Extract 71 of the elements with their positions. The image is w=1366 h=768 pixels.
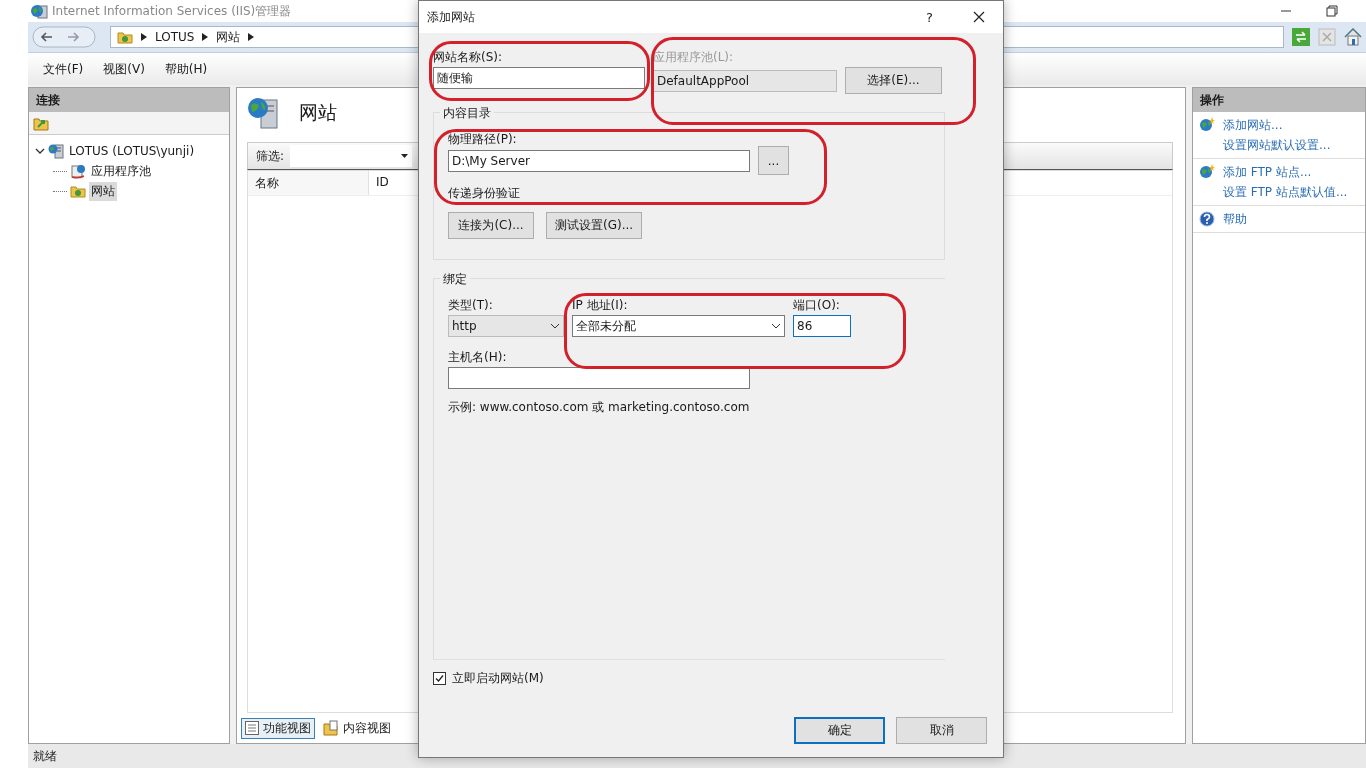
- menu-item[interactable]: 帮助(H): [164, 60, 208, 78]
- restore-icon: [1326, 5, 1338, 17]
- auth-label: 传递身份验证: [448, 185, 521, 202]
- tree-item[interactable]: LOTUS (LOTUS\yunji): [67, 143, 197, 159]
- iis-app-icon: [30, 3, 48, 19]
- folder-page-icon: [323, 720, 339, 736]
- close-icon: [973, 11, 985, 23]
- connect-as-button[interactable]: 连接为(C)...: [448, 212, 534, 239]
- stop-icon: [1318, 28, 1336, 46]
- ip-dropdown[interactable]: 全部未分配: [572, 315, 785, 337]
- port-field[interactable]: 86: [793, 315, 851, 337]
- field-label: IP 地址(I):: [572, 297, 629, 312]
- refresh-icon: [1292, 28, 1310, 46]
- checkbox[interactable]: [433, 672, 446, 685]
- dropdown-caret-icon: [771, 323, 781, 329]
- folder-globe-icon: [117, 30, 133, 44]
- back-forward-icon: [32, 26, 96, 48]
- field-label: 类型(T):: [448, 297, 494, 312]
- tree-item[interactable]: 应用程序池: [89, 161, 153, 181]
- action-link[interactable]: 设置网站默认设置...: [1223, 137, 1331, 154]
- dialog-title: 添加网站: [427, 8, 476, 26]
- connect-icon: [33, 115, 49, 131]
- ok-button[interactable]: 确定: [794, 717, 885, 744]
- chevron-right-icon: [202, 33, 209, 41]
- test-settings-button[interactable]: 测试设置(G)...: [546, 212, 643, 239]
- server-icon: [48, 143, 64, 159]
- view-tab[interactable]: 功能视图: [241, 717, 315, 739]
- home-icon: [1344, 28, 1362, 46]
- action-link[interactable]: 设置 FTP 站点默认值...: [1223, 184, 1348, 201]
- field-label: 端口(O):: [793, 297, 841, 312]
- globe-server-icon: [247, 96, 281, 130]
- view-tab[interactable]: 内容视图: [319, 717, 395, 739]
- column-header[interactable]: ID: [369, 171, 396, 195]
- menu-item[interactable]: 视图(V): [103, 60, 145, 78]
- field-label: 物理路径(P):: [448, 131, 518, 146]
- action-link[interactable]: 帮助: [1223, 211, 1247, 228]
- group-title: 内容目录: [440, 105, 494, 122]
- panel-header: 操作: [1193, 88, 1365, 112]
- chevron-right-icon: [141, 33, 147, 41]
- action-link[interactable]: 添加网站...: [1223, 117, 1331, 134]
- page-title: 网站: [299, 100, 337, 125]
- site-name-field[interactable]: 随便输: [433, 67, 645, 89]
- host-name-field[interactable]: [448, 367, 750, 389]
- tree-item[interactable]: 网站: [89, 181, 117, 201]
- checkbox-label[interactable]: 立即启动网站(M): [452, 670, 544, 687]
- browse-button[interactable]: ...: [758, 146, 789, 175]
- dropdown-caret-icon: [401, 154, 409, 158]
- filter-label: 筛选:: [256, 147, 285, 165]
- expanded-caret-icon[interactable]: [35, 146, 45, 156]
- path-field[interactable]: D:\My Server: [448, 149, 750, 172]
- cancel-button[interactable]: 取消: [896, 717, 987, 744]
- filter-field[interactable]: [290, 145, 413, 167]
- help-button[interactable]: ?: [926, 9, 933, 25]
- dropdown-caret-icon: [550, 323, 560, 329]
- field-label: 网站名称(S):: [433, 49, 504, 64]
- field-label: 主机名(H):: [448, 349, 508, 364]
- grid-view-icon: [245, 721, 259, 735]
- menu-item[interactable]: 文件(F): [43, 60, 84, 78]
- column-header[interactable]: 名称: [248, 171, 369, 195]
- group-title: 绑定: [440, 271, 470, 288]
- window-title: Internet Information Services (IIS)管理器: [52, 2, 292, 20]
- breadcrumb-item[interactable]: 网站: [216, 28, 241, 46]
- help-icon: [1199, 211, 1215, 227]
- breadcrumb-item[interactable]: LOTUS: [155, 30, 195, 44]
- example-text: 示例: www.contoso.com 或 marketing.contoso.com: [448, 399, 751, 416]
- folder-globe-icon: [70, 184, 86, 198]
- field-label: 应用程序池(L):: [653, 49, 735, 64]
- chevron-right-icon: [248, 33, 255, 41]
- action-link[interactable]: 添加 FTP 站点...: [1223, 164, 1348, 181]
- panel-header: 连接: [29, 88, 229, 112]
- app-pool-icon: [70, 163, 86, 179]
